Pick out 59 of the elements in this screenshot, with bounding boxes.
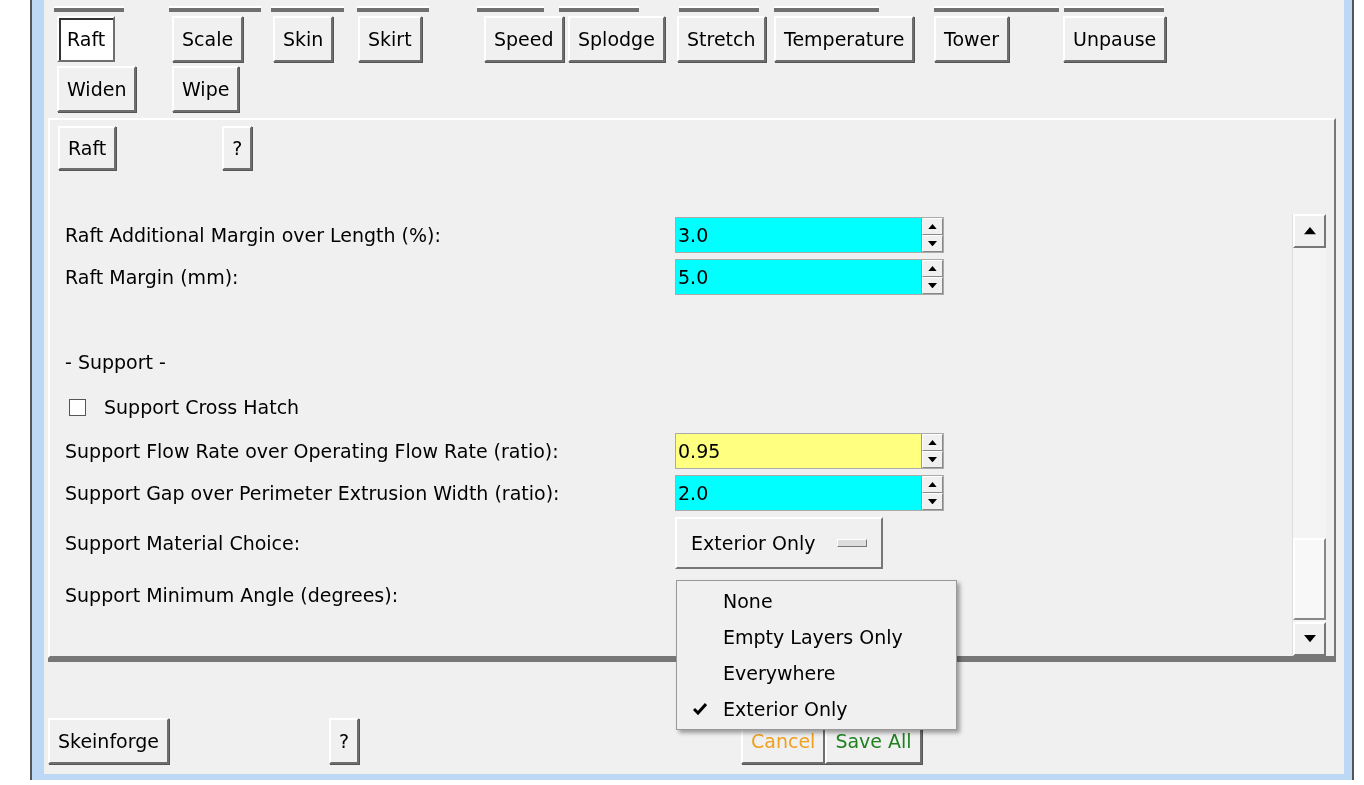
tab-button[interactable]: Splodge bbox=[568, 16, 665, 62]
tab-edge[interactable] bbox=[934, 6, 1059, 12]
tab-button[interactable]: Scale bbox=[172, 16, 244, 62]
menu-indicator-icon bbox=[837, 539, 868, 547]
up-arrow-icon bbox=[928, 481, 937, 488]
down-arrow-icon bbox=[928, 498, 937, 505]
up-arrow-icon bbox=[928, 439, 937, 446]
help-button[interactable]: ? bbox=[222, 126, 253, 170]
tab-button[interactable]: Speed bbox=[484, 16, 564, 62]
option-menu-button[interactable]: Exterior Only bbox=[675, 517, 884, 569]
checkbox-label: Support Cross Hatch bbox=[104, 396, 300, 418]
setting-label: Support Material Choice: bbox=[65, 532, 302, 554]
menu-item[interactable]: Everywhere bbox=[677, 655, 956, 691]
scroll-thumb[interactable] bbox=[1293, 538, 1326, 620]
scrollbar[interactable] bbox=[1292, 214, 1326, 656]
checkbox[interactable] bbox=[69, 398, 86, 416]
tab-edge[interactable] bbox=[271, 6, 344, 12]
scroll-up-button[interactable] bbox=[1293, 214, 1326, 248]
menu-item[interactable]: Empty Layers Only bbox=[677, 619, 956, 655]
setting-label: Support Gap over Perimeter Extrusion Width (ratio): bbox=[65, 482, 561, 504]
tab-button[interactable]: Stretch bbox=[677, 16, 766, 62]
setting-label: Raft Margin (mm): bbox=[65, 266, 240, 288]
up-arrow-icon bbox=[928, 265, 937, 272]
section-heading: - Support - bbox=[65, 351, 166, 373]
tab-button[interactable]: Wipe bbox=[172, 66, 240, 112]
tab-button[interactable]: Skin bbox=[273, 16, 334, 62]
tab-button[interactable]: Temperature bbox=[774, 16, 915, 62]
tab-edge[interactable] bbox=[54, 6, 124, 12]
down-arrow-icon bbox=[928, 282, 937, 289]
menu-item[interactable]: None bbox=[677, 583, 956, 619]
tab-edge[interactable] bbox=[559, 6, 639, 12]
tab-edge[interactable] bbox=[774, 6, 879, 12]
tab-edge[interactable] bbox=[1064, 6, 1164, 12]
up-arrow-icon bbox=[1303, 227, 1316, 235]
up-arrow-icon bbox=[928, 223, 937, 230]
spin-field[interactable]: 5.0 bbox=[675, 259, 944, 295]
down-arrow-icon bbox=[1303, 635, 1316, 643]
setting-label: Support Minimum Angle (degrees): bbox=[65, 584, 400, 606]
spin-field[interactable]: 0.95 bbox=[675, 433, 944, 469]
spin-field[interactable]: 2.0 bbox=[675, 475, 944, 511]
spin-field[interactable]: 3.0 bbox=[675, 217, 944, 253]
tab-button[interactable]: Raft bbox=[57, 16, 116, 62]
setting-label: Support Flow Rate over Operating Flow Rate (ratio): bbox=[65, 440, 560, 462]
down-arrow-icon bbox=[928, 456, 937, 463]
tab-button[interactable]: Unpause bbox=[1063, 16, 1167, 62]
tab-button[interactable]: Skirt bbox=[358, 16, 422, 62]
down-arrow-icon bbox=[928, 240, 937, 247]
check-icon bbox=[693, 703, 707, 715]
raft-button[interactable]: Raft bbox=[58, 126, 117, 170]
footer-button[interactable]: Skeinforge bbox=[48, 718, 169, 764]
setting-label: Raft Additional Margin over Length (%): bbox=[65, 224, 442, 246]
tab-edge[interactable] bbox=[169, 6, 261, 12]
tab-edge[interactable] bbox=[679, 6, 759, 12]
tab-button[interactable]: Tower bbox=[934, 16, 1010, 62]
scroll-down-button[interactable] bbox=[1293, 622, 1326, 656]
tab-button[interactable]: Widen bbox=[57, 66, 137, 112]
tab-edge[interactable] bbox=[357, 6, 429, 12]
footer-button[interactable]: ? bbox=[328, 718, 360, 764]
tab-edge[interactable] bbox=[477, 6, 544, 12]
